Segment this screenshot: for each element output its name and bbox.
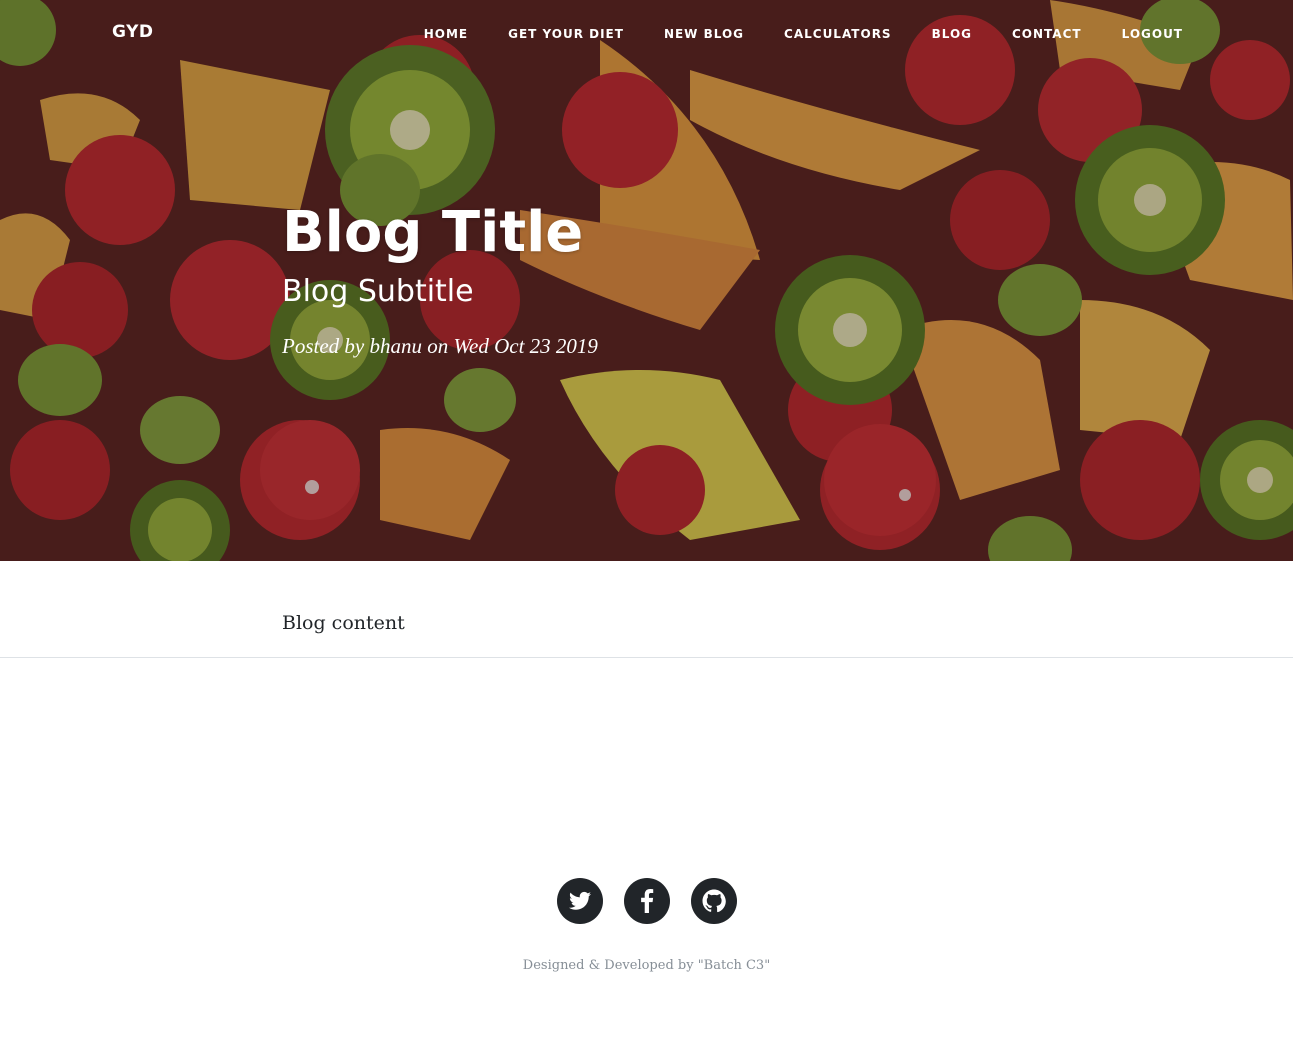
- nav-item-calculators[interactable]: Calculators: [784, 27, 892, 41]
- brand-logo[interactable]: GYD: [112, 22, 154, 42]
- nav-item-logout[interactable]: Logout: [1122, 27, 1183, 41]
- post-heading: Blog Title Blog Subtitle Posted by bhanu…: [282, 200, 1022, 359]
- github-link[interactable]: [690, 878, 737, 924]
- nav-item-contact[interactable]: Contact: [1012, 27, 1082, 41]
- post-subtitle: Blog Subtitle: [282, 274, 474, 309]
- masthead: GYD Home Get Your Diet New Blog Calculat…: [0, 0, 1293, 561]
- social-links: [0, 878, 1293, 924]
- facebook-link[interactable]: [623, 878, 670, 924]
- twitter-link[interactable]: [556, 878, 603, 924]
- github-icon: [702, 889, 726, 913]
- post-content: Blog content: [282, 612, 405, 634]
- post-meta: Posted by bhanu on Wed Oct 23 2019: [282, 334, 598, 358]
- nav-item-home[interactable]: Home: [424, 27, 468, 41]
- facebook-icon: [640, 889, 653, 913]
- nav-item-blog[interactable]: Blog: [932, 27, 972, 41]
- post-title: Blog Title: [282, 200, 584, 265]
- content-divider: [0, 657, 1293, 658]
- nav-item-get-your-diet[interactable]: Get Your Diet: [508, 27, 624, 41]
- main-navbar: GYD Home Get Your Diet New Blog Calculat…: [0, 0, 1293, 68]
- nav-item-new-blog[interactable]: New Blog: [664, 27, 744, 41]
- copyright-text: Designed & Developed by "Batch C3": [522, 958, 771, 973]
- nav-menu: Home Get Your Diet New Blog Calculators …: [384, 25, 1183, 43]
- twitter-icon: [568, 891, 591, 910]
